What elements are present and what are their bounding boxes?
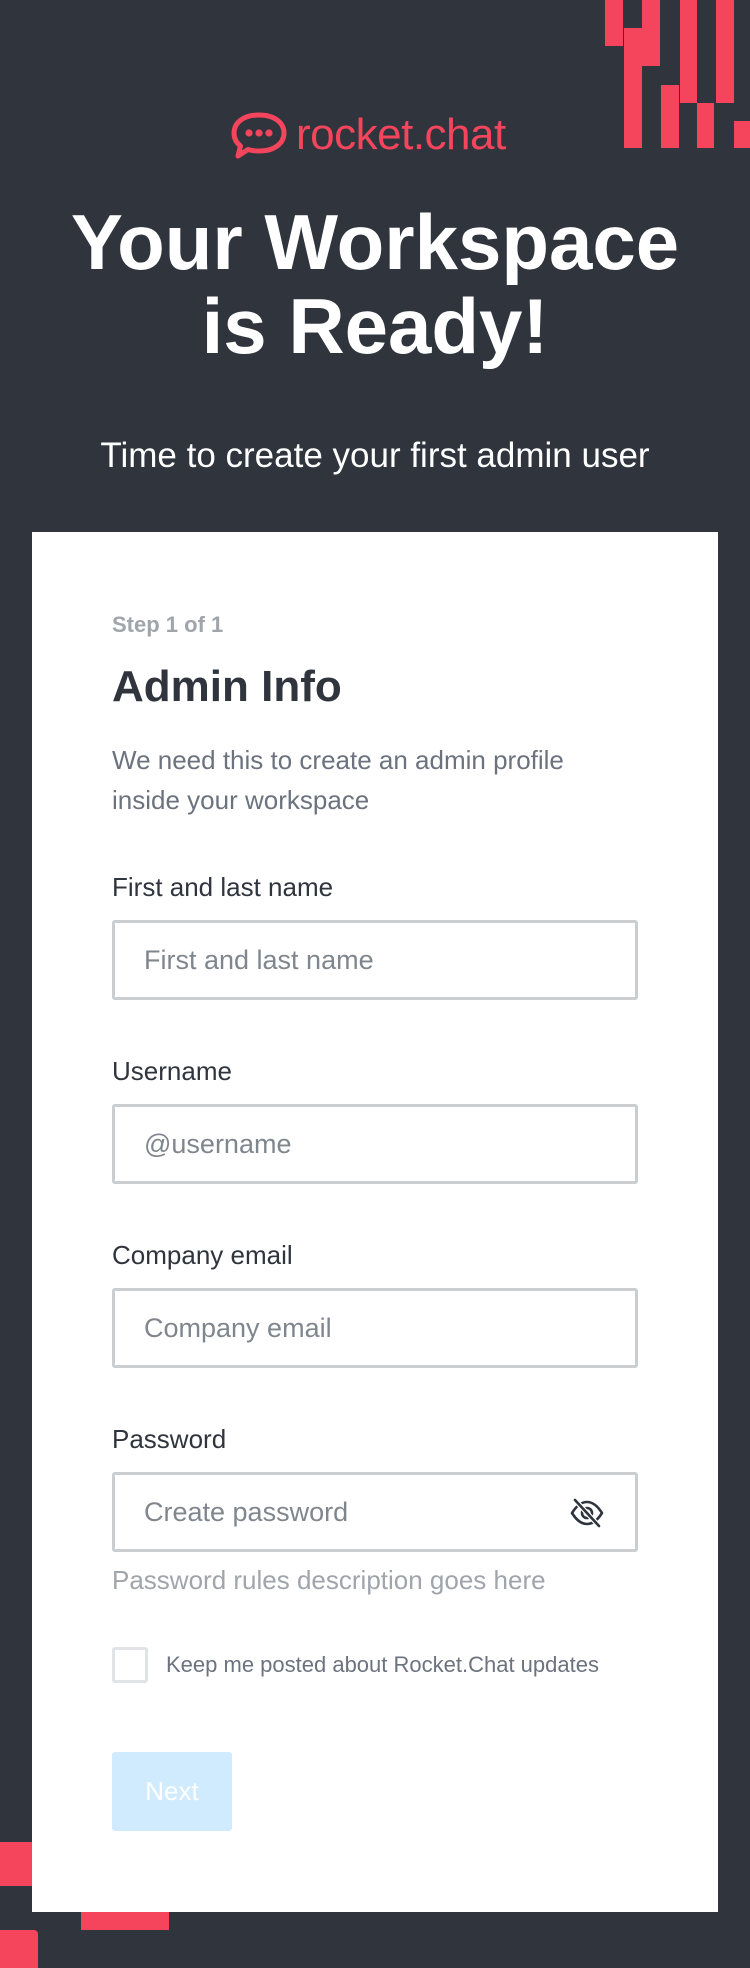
decor-bar	[716, 0, 734, 103]
next-button[interactable]: Next	[112, 1752, 232, 1831]
form-description: We need this to create an admin profile …	[112, 745, 564, 815]
brand-name: rocket.chat	[296, 110, 506, 159]
page-headline: Your Workspace is Ready!	[0, 200, 750, 368]
page-subheadline: Time to create your first admin user	[100, 436, 650, 475]
decor-block	[0, 1842, 32, 1886]
step-indicator: Step 1 of 1	[112, 612, 224, 637]
newsletter-option[interactable]: Keep me posted about Rocket.Chat updates	[112, 1647, 599, 1683]
decor-bar	[661, 85, 679, 148]
headline-line-1: Your Workspace	[70, 198, 680, 286]
decor-bar	[734, 121, 750, 148]
name-field-box	[112, 920, 638, 1000]
form-title: Admin Info	[112, 662, 342, 711]
username-input[interactable]	[115, 1107, 635, 1181]
name-label: First and last name	[112, 872, 334, 902]
decor-block	[0, 1930, 38, 1968]
decor-bar	[642, 0, 660, 66]
headline-line-2: is Ready!	[201, 282, 549, 370]
newsletter-checkbox[interactable]	[112, 1647, 148, 1683]
email-label: Company email	[112, 1240, 293, 1270]
rocket-chat-logo-icon	[231, 112, 287, 159]
password-label: Password	[112, 1424, 227, 1454]
email-input[interactable]	[115, 1291, 635, 1365]
username-field-box	[112, 1104, 638, 1184]
newsletter-label[interactable]: Keep me posted about Rocket.Chat updates	[166, 1652, 599, 1678]
admin-info-card: Step 1 of 1 Admin Info We need this to c…	[32, 532, 718, 1912]
email-field-box	[112, 1288, 638, 1368]
decor-block	[81, 1912, 169, 1930]
decor-bar	[605, 0, 623, 46]
username-label: Username	[112, 1056, 232, 1086]
decor-bar	[697, 103, 714, 148]
decor-bar	[624, 28, 642, 148]
name-input[interactable]	[115, 923, 635, 997]
password-input[interactable]	[115, 1475, 635, 1549]
eye-slash-icon[interactable]	[569, 1497, 605, 1529]
brand-logo: rocket.chat	[230, 110, 506, 160]
password-rules-hint: Password rules description goes here	[112, 1565, 546, 1595]
password-field-box	[112, 1472, 638, 1552]
decor-bar	[680, 0, 697, 103]
